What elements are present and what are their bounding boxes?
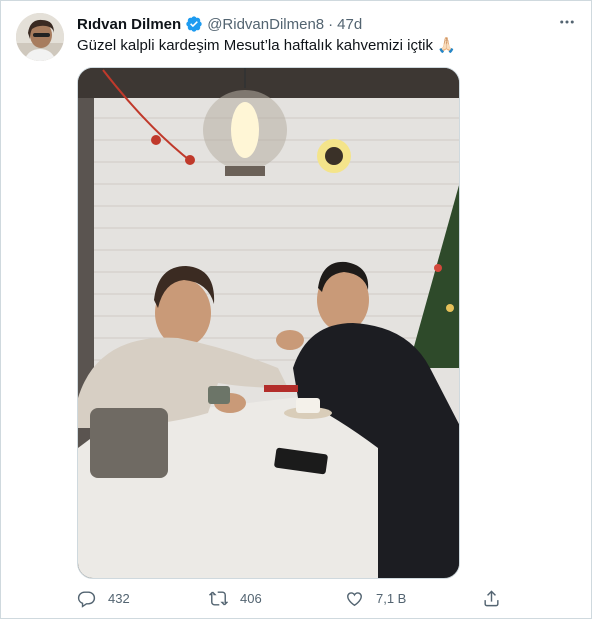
photo-image bbox=[78, 68, 459, 578]
reply-count: 432 bbox=[108, 591, 130, 606]
share-icon bbox=[484, 590, 499, 607]
reply-icon bbox=[77, 591, 96, 608]
heart-icon bbox=[347, 592, 362, 607]
timestamp[interactable]: 47d bbox=[337, 16, 362, 33]
like-button[interactable]: 7,1 B bbox=[345, 589, 406, 608]
avatar[interactable] bbox=[16, 13, 64, 61]
tweet-header: Rıdvan Dilmen @RidvanDilmen8 · 47d bbox=[77, 14, 551, 34]
tweet-actions: 432 406 7,1 B bbox=[77, 589, 517, 613]
more-options-icon[interactable] bbox=[556, 13, 578, 35]
tweet-text: Güzel kalpli kardeşim Mesut’la haftalık … bbox=[77, 37, 456, 54]
avatar-image bbox=[16, 13, 64, 61]
tweet-photo[interactable] bbox=[77, 67, 460, 579]
separator-dot: · bbox=[328, 15, 334, 33]
author-handle[interactable]: @RidvanDilmen8 bbox=[207, 16, 324, 33]
share-button[interactable] bbox=[482, 589, 501, 608]
retweet-button[interactable]: 406 bbox=[209, 589, 262, 608]
verified-badge-icon bbox=[185, 15, 203, 33]
author-name[interactable]: Rıdvan Dilmen bbox=[77, 16, 181, 33]
tweet-card[interactable]: Rıdvan Dilmen @RidvanDilmen8 · 47d Güzel… bbox=[0, 0, 592, 619]
retweet-count: 406 bbox=[240, 591, 262, 606]
retweet-icon bbox=[209, 591, 228, 606]
reply-button[interactable]: 432 bbox=[77, 589, 130, 608]
like-count: 7,1 B bbox=[376, 591, 407, 606]
